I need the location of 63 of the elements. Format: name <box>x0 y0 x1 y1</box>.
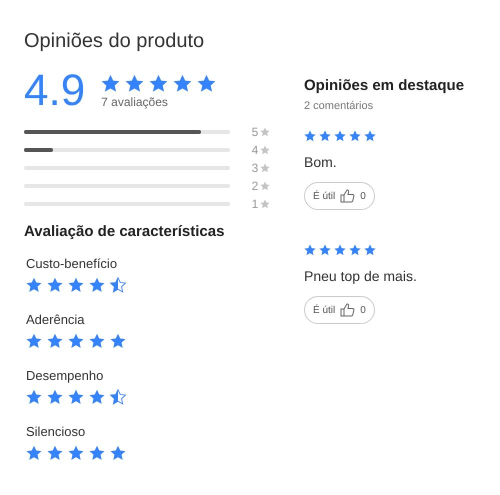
star-icon <box>47 277 63 293</box>
thumbs-up-icon <box>340 303 356 317</box>
comment-count: 2 comentários <box>304 100 374 112</box>
characteristic-name: Desempenho <box>26 368 104 383</box>
star-icon <box>110 277 126 293</box>
characteristic-name: Aderência <box>26 312 86 327</box>
characteristic-name: Silencioso <box>26 424 86 439</box>
star-level: 4 <box>250 143 260 157</box>
star-icon <box>68 445 84 461</box>
star-icon <box>349 130 361 142</box>
star-icon <box>47 333 63 349</box>
star-level: 1 <box>250 197 260 211</box>
star-icon <box>349 244 361 256</box>
star-icon <box>334 130 346 142</box>
thumbs-up-icon <box>340 189 356 203</box>
star-icon <box>125 74 144 92</box>
star-icon <box>68 277 84 293</box>
characteristic-name: Custo-benefício <box>26 256 118 271</box>
star-icon <box>304 244 316 256</box>
star-icon <box>110 445 126 461</box>
star-icon <box>319 130 331 142</box>
star-icon <box>260 145 270 155</box>
star-icon <box>110 333 126 349</box>
rating-count: 7 avaliações <box>101 94 169 108</box>
helpful-button[interactable]: É útil 0 <box>304 296 375 324</box>
review-text: Bom. <box>304 154 338 170</box>
star-icon <box>47 445 63 461</box>
star-icon <box>26 333 42 349</box>
star-icon <box>334 244 346 256</box>
like-count: 0 <box>360 190 366 202</box>
star-icon <box>26 445 42 461</box>
star-icon <box>68 333 84 349</box>
review-text: Pneu top de mais. <box>304 268 418 284</box>
star-icon <box>260 181 270 191</box>
star-icon <box>89 445 105 461</box>
star-icon <box>47 389 63 405</box>
star-icon <box>364 244 376 256</box>
star-level: 2 <box>250 179 260 193</box>
star-icon <box>110 389 126 405</box>
star-icon <box>260 127 270 137</box>
star-icon <box>149 74 168 92</box>
star-icon <box>89 333 105 349</box>
star-icon <box>68 389 84 405</box>
star-icon <box>319 244 331 256</box>
star-icon <box>26 277 42 293</box>
average-score: 4.9 <box>24 69 86 113</box>
star-icon <box>304 130 316 142</box>
star-icon <box>173 74 192 92</box>
star-icon <box>197 74 216 92</box>
star-icon <box>260 163 270 173</box>
like-count: 0 <box>360 304 366 316</box>
star-icon <box>260 199 270 209</box>
star-level: 3 <box>250 161 260 175</box>
star-level: 5 <box>250 125 260 139</box>
featured-title: Opiniões em destaque <box>304 77 466 94</box>
star-icon <box>26 389 42 405</box>
helpful-button[interactable]: É útil 0 <box>304 182 375 210</box>
star-icon <box>364 130 376 142</box>
star-icon <box>89 389 105 405</box>
star-icon <box>101 74 120 92</box>
subsection-title: Avaliação de características <box>24 223 226 240</box>
star-icon <box>89 277 105 293</box>
section-title: Opiniões do produto <box>24 30 206 53</box>
